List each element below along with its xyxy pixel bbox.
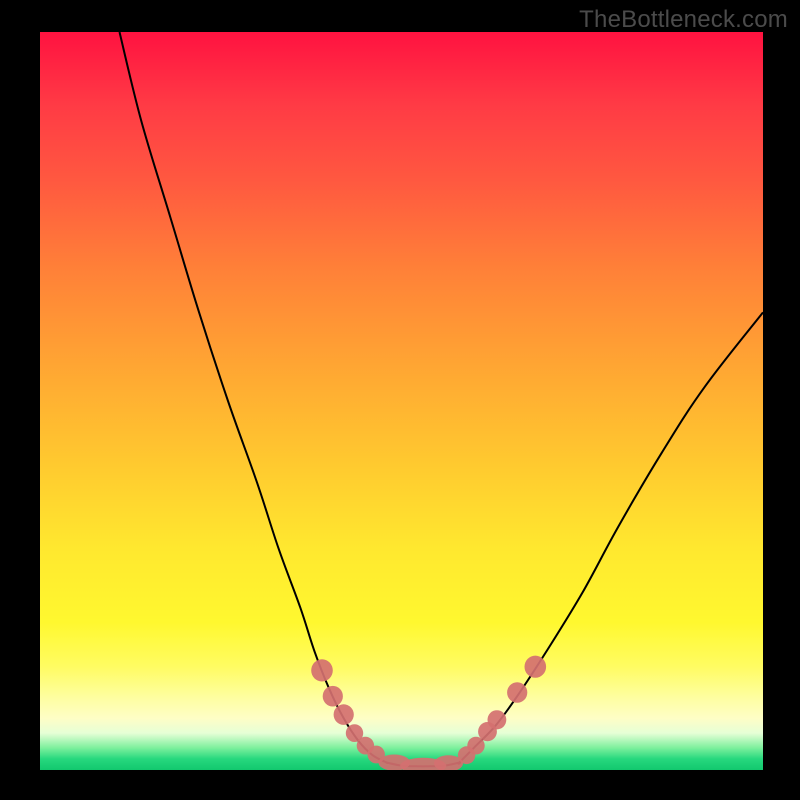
chart-area xyxy=(40,32,763,770)
watermark-text: TheBottleneck.com xyxy=(579,6,788,34)
data-point-dot xyxy=(525,656,547,678)
data-point-dot xyxy=(488,710,507,729)
data-point-dot xyxy=(507,682,527,703)
chart-svg xyxy=(40,32,763,770)
bottleneck-curve xyxy=(120,32,764,766)
outer-frame: TheBottleneck.com xyxy=(0,0,800,800)
data-point-dot xyxy=(311,659,333,681)
data-point-dot xyxy=(323,686,343,707)
data-point-dot xyxy=(334,704,354,725)
